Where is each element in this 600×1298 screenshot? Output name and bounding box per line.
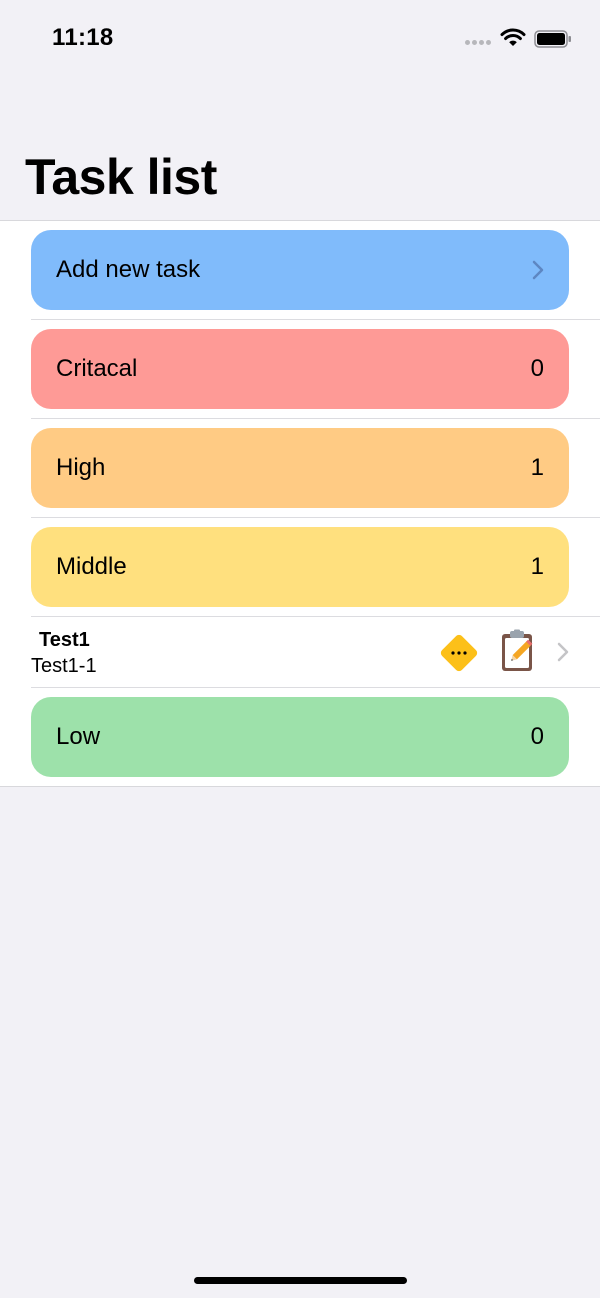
middle-count: 1 xyxy=(530,553,544,580)
warning-diamond-icon xyxy=(440,634,478,672)
middle-label: Middle xyxy=(56,553,127,580)
low-category-button[interactable]: Low 0 xyxy=(31,697,569,777)
add-task-row: Add new task xyxy=(31,221,600,320)
chevron-right-icon xyxy=(557,642,569,662)
middle-row: Middle 1 xyxy=(31,518,600,617)
high-count: 1 xyxy=(530,454,544,481)
wifi-icon xyxy=(500,28,526,46)
high-label: High xyxy=(56,454,106,481)
page-title: Task list xyxy=(25,149,217,205)
critical-label: Critacal xyxy=(56,355,138,382)
middle-category-button[interactable]: Middle 1 xyxy=(31,527,569,607)
chevron-right-icon xyxy=(532,260,544,280)
high-category-button[interactable]: High 1 xyxy=(31,428,569,508)
critical-row: Critacal 0 xyxy=(31,320,600,419)
task-item[interactable]: Test1 Test1-1 xyxy=(31,617,600,688)
cellular-signal-icon xyxy=(465,40,493,46)
task-title: Test1 xyxy=(39,629,90,651)
low-row: Low 0 xyxy=(31,688,600,786)
status-bar: 11:18 xyxy=(0,0,600,80)
add-new-task-button[interactable]: Add new task xyxy=(31,230,569,310)
task-list: Add new task Critacal 0 High 1 Middle 1 … xyxy=(0,220,600,787)
status-time: 11:18 xyxy=(52,24,114,51)
add-new-task-label: Add new task xyxy=(56,256,201,283)
critical-count: 0 xyxy=(530,355,544,382)
low-label: Low xyxy=(56,723,101,750)
home-indicator xyxy=(194,1277,407,1284)
low-count: 0 xyxy=(530,723,544,750)
task-subtitle: Test1-1 xyxy=(31,655,97,677)
battery-icon xyxy=(534,30,571,48)
high-row: High 1 xyxy=(31,419,600,518)
clipboard-pencil-icon[interactable] xyxy=(499,629,537,673)
critical-category-button[interactable]: Critacal 0 xyxy=(31,329,569,409)
